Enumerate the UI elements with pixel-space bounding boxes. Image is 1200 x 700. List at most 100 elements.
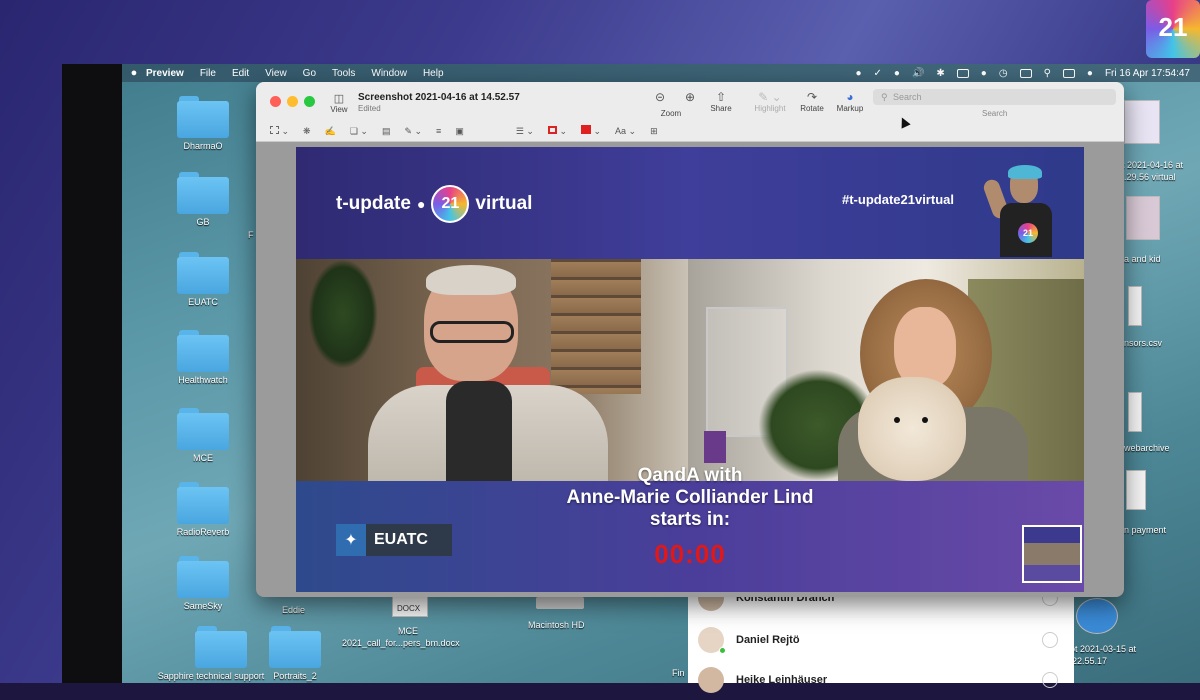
folder-healthwatch[interactable]: Healthwatch: [176, 330, 230, 385]
folder-samesky[interactable]: SameSky: [176, 556, 230, 611]
share-button[interactable]: ⇧ Share: [708, 90, 734, 113]
euatc-mark-icon: ✦: [336, 524, 366, 556]
folder-mce[interactable]: MCE: [176, 408, 230, 463]
participant-row[interactable]: Heike Leinhäuser: [688, 660, 1074, 700]
file-label[interactable]: t 2021-04-16 at: [1122, 160, 1183, 170]
hard-drive-icon[interactable]: [536, 597, 584, 609]
keyboard-icon[interactable]: [1019, 68, 1032, 78]
speaker-video-left: [296, 259, 688, 481]
menubar-clock[interactable]: Fri 16 Apr 17:54:47: [1105, 68, 1190, 79]
menu-window[interactable]: Window: [371, 68, 407, 79]
folder-radioreverb[interactable]: RadioReverb: [176, 482, 230, 537]
countdown-timer: 00:00: [654, 539, 726, 569]
control-center-icon[interactable]: [1062, 68, 1075, 78]
menu-help[interactable]: Help: [423, 68, 444, 79]
view-button[interactable]: ◫ View: [328, 92, 350, 114]
shapes-icon[interactable]: ❏ ⌄: [350, 126, 368, 137]
spotlight-search-icon[interactable]: ⚲: [1044, 68, 1051, 79]
screenshot-file-icon[interactable]: [1124, 100, 1160, 144]
folder-eddie-label[interactable]: Eddie: [282, 605, 305, 615]
battery-icon[interactable]: [956, 68, 969, 78]
folder-label: SameSky: [183, 601, 223, 611]
status-zoom-icon[interactable]: ●: [894, 68, 900, 79]
menu-preview[interactable]: Preview: [146, 68, 184, 79]
file-label[interactable]: a and kid: [1124, 254, 1161, 264]
folder-label: Healthwatch: [178, 375, 228, 385]
bluetooth-icon[interactable]: ✱: [936, 68, 944, 79]
folder-icon: [177, 556, 229, 598]
select-radio[interactable]: [1042, 672, 1058, 688]
view-label: View: [330, 105, 348, 114]
apple-menu-icon[interactable]: ●: [122, 67, 146, 79]
announcement-line-1: QandA with: [637, 465, 743, 486]
adjust-size-icon[interactable]: ▣: [455, 126, 464, 137]
user-icon[interactable]: ●: [981, 68, 987, 79]
docx-file-icon[interactable]: DOCX: [392, 595, 428, 617]
volume-icon[interactable]: 🔊: [912, 68, 924, 79]
menu-file[interactable]: File: [200, 68, 216, 79]
file-label[interactable]: nsors.csv: [1124, 338, 1162, 348]
folder-sapphire[interactable]: Sapphire technical support: [158, 626, 266, 681]
close-button[interactable]: [270, 96, 281, 107]
mascot-badge: 21: [1018, 223, 1038, 243]
desktop-item-label[interactable]: F: [248, 230, 254, 240]
highlight-button[interactable]: ✎ ⌄ Highlight: [748, 90, 792, 113]
adjust-color-icon[interactable]: ≡: [436, 126, 441, 136]
fill-color-icon[interactable]: ⌄: [581, 125, 601, 137]
share-icon: ⇧: [715, 90, 727, 104]
file-label[interactable]: n payment: [1124, 525, 1166, 535]
status-check-icon[interactable]: ✓: [874, 68, 882, 79]
crop-icon[interactable]: ⊞: [650, 126, 658, 137]
highlight-label: Highlight: [754, 104, 786, 113]
webarchive-file-icon[interactable]: [1128, 392, 1142, 432]
folder-icon: [177, 482, 229, 524]
search-input[interactable]: Search: [873, 89, 1116, 105]
desktop-item-label[interactable]: Fin: [672, 668, 685, 678]
folder-icon: [177, 172, 229, 214]
brand-dot: ●: [416, 196, 426, 212]
document-title[interactable]: Screenshot 2021-04-16 at 14.52.57: [358, 92, 520, 103]
folder-label: Portraits_2: [273, 671, 317, 681]
menu-edit[interactable]: Edit: [232, 68, 249, 79]
csv-file-icon[interactable]: [1128, 286, 1142, 326]
file-label[interactable]: 22.55.17: [1072, 656, 1107, 666]
rotate-button[interactable]: ↷ Rotate: [798, 90, 826, 113]
select-radio[interactable]: [1042, 632, 1058, 648]
instant-alpha-icon[interactable]: ❋: [303, 126, 311, 137]
file-label[interactable]: .29.56 virtual: [1124, 172, 1176, 182]
zoom-window-button[interactable]: [304, 96, 315, 107]
announcement-line-2: Anne-Marie Colliander Lind: [566, 487, 814, 508]
folder-euatc[interactable]: EUATC: [176, 252, 230, 307]
docx-file-label-1[interactable]: MCE: [398, 626, 418, 636]
status-app-icon[interactable]: ●: [855, 68, 861, 79]
file-label[interactable]: webarchive: [1124, 443, 1170, 453]
siri-icon[interactable]: ●: [1087, 68, 1093, 79]
file-label[interactable]: ot 2021-03-15 at: [1070, 644, 1136, 654]
sketch-icon[interactable]: ✍: [325, 126, 336, 137]
time-machine-icon[interactable]: ◷: [999, 68, 1008, 79]
zoom-out-button[interactable]: ⊝: [648, 90, 672, 104]
minimize-button[interactable]: [287, 96, 298, 107]
app-icon[interactable]: [1076, 598, 1118, 634]
signature-icon[interactable]: ✎ ⌄: [404, 126, 422, 137]
speaker-video-right: [688, 259, 1084, 481]
text-box-icon[interactable]: ▤: [382, 126, 391, 137]
folder-dharmao[interactable]: DharmaO: [176, 96, 230, 151]
markup-button[interactable]: ◕ Markup: [834, 90, 866, 113]
selection-tool-icon[interactable]: ⌄: [270, 125, 289, 137]
hard-drive-label[interactable]: Macintosh HD: [528, 620, 585, 630]
folder-portraits[interactable]: Portraits_2: [268, 626, 322, 681]
zoom-in-button[interactable]: ⊕: [678, 90, 702, 104]
menu-view[interactable]: View: [265, 68, 287, 79]
docx-file-label-2[interactable]: 2021_call_for...pers_bm.docx: [342, 638, 460, 648]
border-color-icon[interactable]: ⌄: [547, 125, 567, 137]
menu-tools[interactable]: Tools: [332, 68, 355, 79]
photo-file-icon[interactable]: [1126, 196, 1160, 240]
text-style-icon[interactable]: Aa ⌄: [615, 126, 636, 137]
shape-style-icon[interactable]: ☰ ⌄: [516, 126, 534, 137]
folder-gb[interactable]: GB: [176, 172, 230, 227]
participant-row[interactable]: Daniel Rejtö: [688, 620, 1074, 660]
menu-go[interactable]: Go: [303, 68, 316, 79]
document-file-icon[interactable]: [1126, 470, 1146, 510]
markup-pen-icon: ◕: [846, 90, 854, 104]
